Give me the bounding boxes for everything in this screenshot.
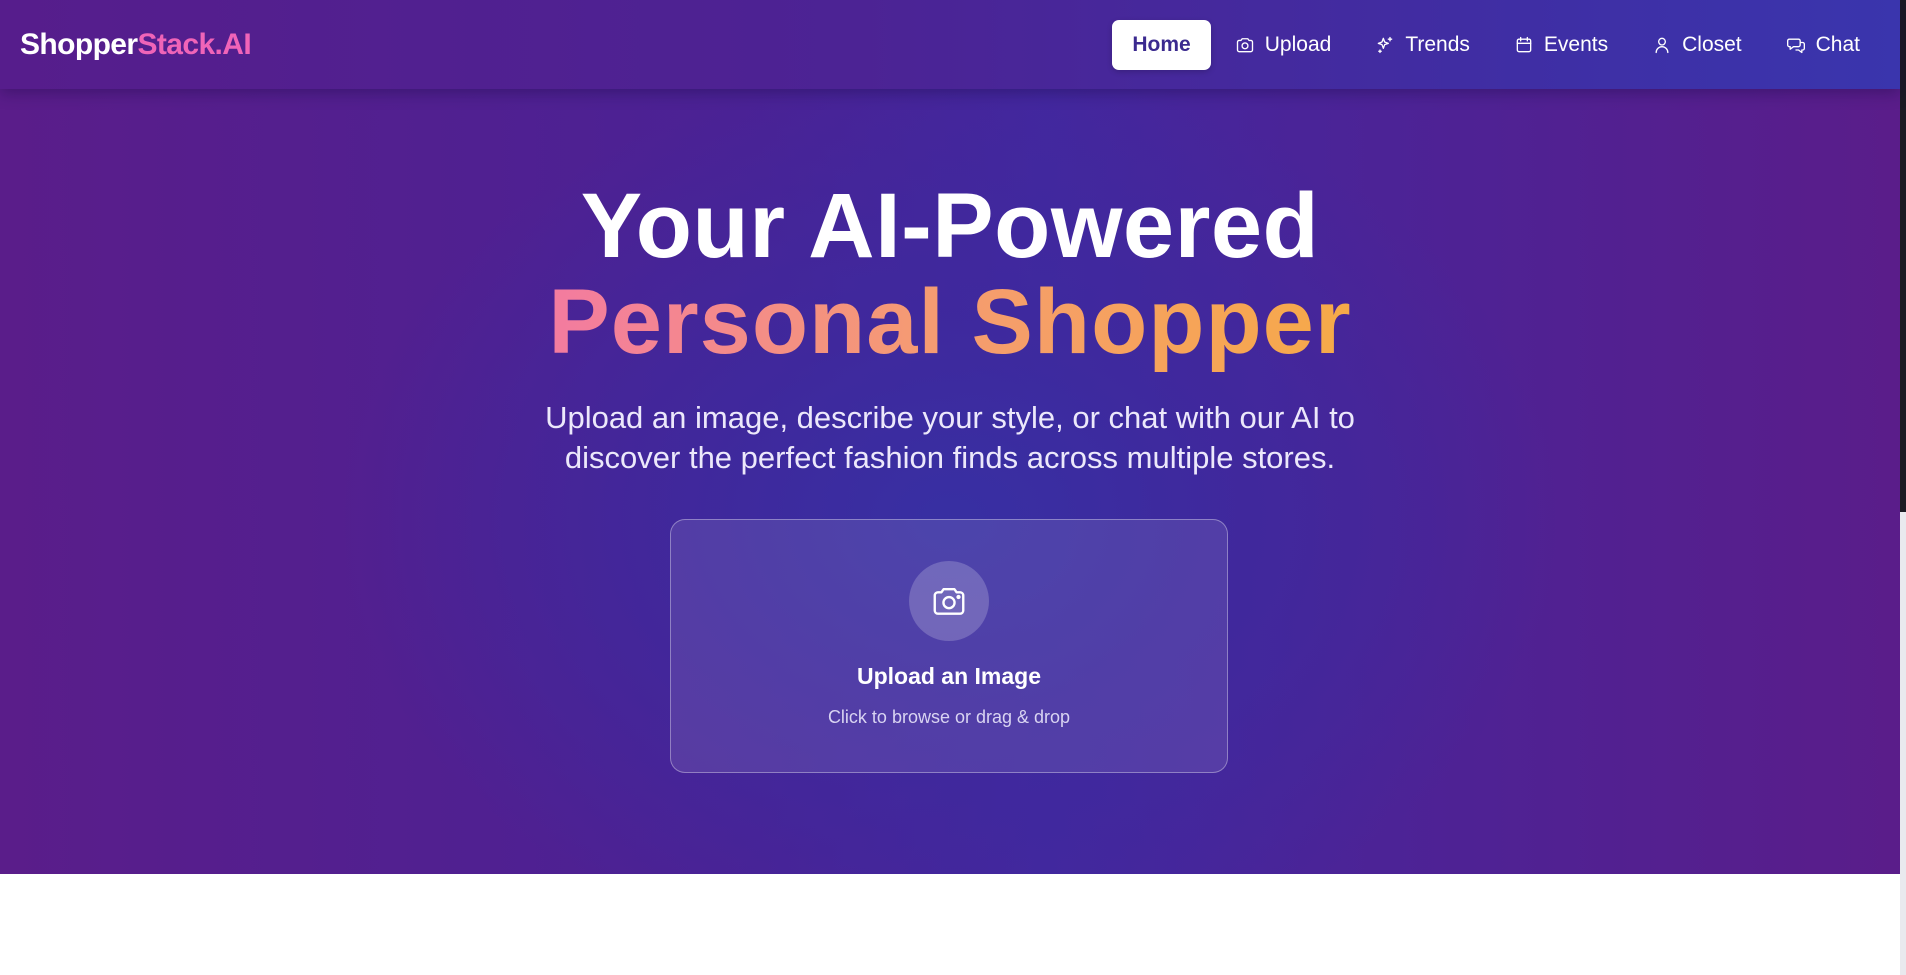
nav-item-home[interactable]: Home: [1112, 19, 1211, 70]
camera-icon: [1235, 35, 1255, 55]
nav-item-label: Events: [1543, 32, 1609, 56]
upload-title: Upload an Image: [856, 663, 1042, 689]
nav-item-trends[interactable]: Trends: [1355, 20, 1490, 70]
nav-item-chat[interactable]: Chat: [1766, 20, 1880, 70]
hero-subtitle: Upload an image, describe your style, or…: [0, 398, 1900, 478]
chat-bubbles-icon: [1786, 35, 1806, 55]
upload-icon-badge: [909, 561, 989, 641]
nav-item-upload[interactable]: Upload: [1215, 20, 1352, 70]
hero-subtitle-line2: discover the perfect fashion finds acros…: [564, 440, 1336, 475]
top-navbar: Shopper Stack.AI Home Upload Trends Even…: [0, 0, 1900, 89]
nav-item-events[interactable]: Events: [1494, 20, 1628, 70]
user-icon: [1652, 35, 1672, 55]
nav-item-closet[interactable]: Closet: [1632, 20, 1762, 70]
nav-item-label: Home: [1132, 32, 1191, 56]
scrollbar-thumb[interactable]: [1900, 0, 1906, 512]
hero-subtitle-line1: Upload an image, describe your style, or…: [545, 400, 1355, 435]
sparkles-icon: [1375, 35, 1395, 55]
brand-name-main: Shopper: [20, 27, 138, 61]
upload-hint: Click to browse or drag & drop: [827, 707, 1071, 727]
app-viewport: Shopper Stack.AI Home Upload Trends Even…: [0, 0, 1906, 975]
calendar-icon: [1514, 35, 1534, 55]
nav-item-label: Trends: [1405, 32, 1470, 56]
hero-section: Shopper Stack.AI Home Upload Trends Even…: [0, 0, 1900, 874]
nav-links: Home Upload Trends Events Closet Chat: [1112, 19, 1880, 70]
hero-title-line1: Your AI-Powered: [580, 175, 1320, 277]
nav-item-label: Chat: [1815, 32, 1860, 56]
upload-dropzone[interactable]: Upload an Image Click to browse or drag …: [670, 519, 1228, 773]
page-scrollbar[interactable]: [1900, 0, 1906, 975]
brand-logo[interactable]: Shopper Stack.AI: [20, 27, 252, 62]
hero-headline: Your AI-Powered Personal Shopper: [0, 180, 1900, 372]
camera-icon: [930, 582, 968, 620]
hero-title-line2: Personal Shopper: [548, 271, 1352, 373]
nav-item-label: Closet: [1682, 32, 1742, 56]
nav-item-label: Upload: [1264, 32, 1332, 56]
brand-name-accent: Stack.AI: [137, 27, 252, 61]
